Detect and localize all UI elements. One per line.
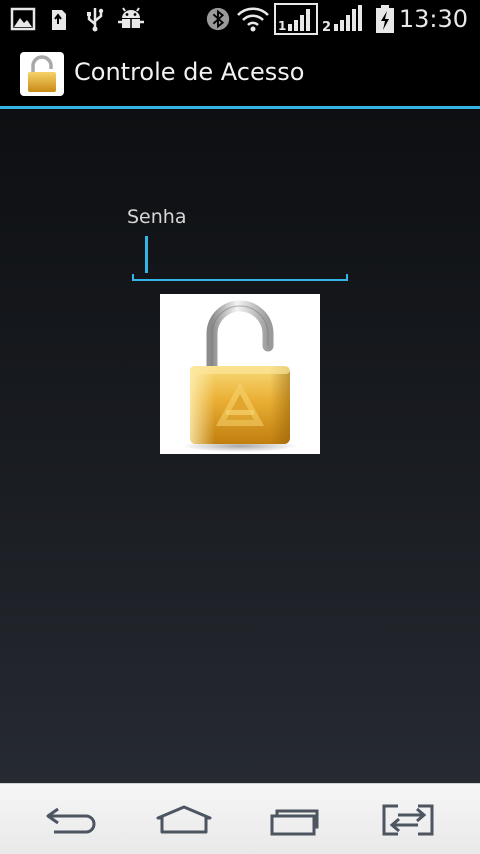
field-underline <box>132 279 348 281</box>
password-field[interactable] <box>132 233 348 281</box>
main-content: Senha <box>0 109 480 783</box>
text-cursor <box>145 236 148 273</box>
sim1-label: 1 <box>278 19 286 33</box>
unlock-button[interactable] <box>160 294 320 454</box>
back-button[interactable] <box>12 784 132 854</box>
back-icon <box>46 807 96 833</box>
gallery-notification-icon <box>10 7 36 31</box>
sim2-label: 2 <box>322 20 331 35</box>
dual-window-button[interactable] <box>348 784 468 854</box>
battery-charging-icon <box>376 5 394 33</box>
status-time: 13:30 <box>398 5 468 33</box>
usb-icon <box>87 8 104 32</box>
home-button[interactable] <box>124 784 244 854</box>
usb-storage-icon <box>52 10 66 30</box>
dual-window-icon <box>382 804 434 835</box>
wifi-icon <box>237 7 269 32</box>
padlock-icon <box>20 52 64 96</box>
recent-apps-button[interactable] <box>236 784 356 854</box>
android-debug-icon <box>118 7 144 28</box>
sim2-signal-icon: 2 <box>322 5 362 35</box>
status-bar: 1 2 13:30 <box>0 0 480 38</box>
app-title: Controle de Acesso <box>74 58 305 86</box>
action-bar: Controle de Acesso <box>0 38 480 106</box>
password-label: Senha <box>127 206 187 228</box>
home-icon <box>156 805 212 833</box>
navigation-bar <box>0 783 480 854</box>
field-underline-tick-left <box>132 274 134 281</box>
recent-apps-icon <box>270 809 319 835</box>
sim1-signal-icon: 1 <box>274 3 318 35</box>
bluetooth-icon <box>206 7 230 31</box>
open-padlock-icon <box>182 300 298 452</box>
field-underline-tick-right <box>346 274 348 281</box>
